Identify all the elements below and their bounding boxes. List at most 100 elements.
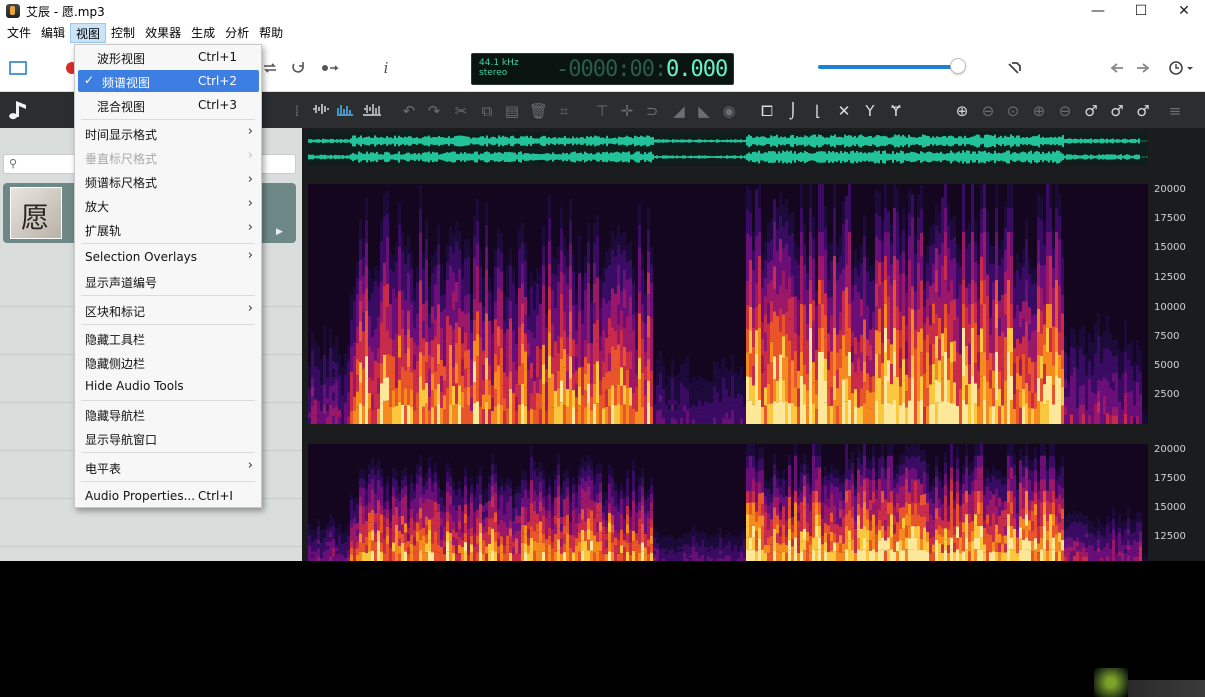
chevron-right-icon: ›	[247, 248, 253, 263]
delete-icon[interactable]: 🗑	[529, 102, 548, 120]
menu-item-level-meters[interactable]: 电平表 ›	[75, 456, 261, 478]
freq-tick: 17500	[1154, 213, 1186, 224]
menu-item-spectral-ruler[interactable]: 频谱标尺格式 ›	[75, 170, 261, 192]
redo-icon[interactable]: ↷	[425, 102, 443, 120]
menu-control[interactable]: 控制	[106, 23, 140, 43]
waveform-view-icon[interactable]	[312, 102, 330, 120]
chevron-right-icon: ›	[247, 172, 253, 187]
crop-icon[interactable]: ⌗	[555, 102, 573, 120]
repeat-icon[interactable]	[289, 58, 309, 78]
menu-item-time-format[interactable]: 时间显示格式 ›	[75, 122, 261, 144]
menu-item-regions-markers[interactable]: 区块和标记 ›	[75, 299, 261, 321]
menu-item-hide-sidebar[interactable]: 隐藏侧边栏	[75, 351, 261, 373]
album-art: 愿	[10, 187, 62, 239]
channel-mode: stereo	[479, 68, 508, 78]
sidebar-toggle-icon[interactable]	[8, 58, 28, 78]
freq-tick: 15000	[1154, 242, 1186, 253]
mute-icon[interactable]	[1005, 58, 1025, 78]
chevron-right-icon: ›	[247, 301, 253, 316]
frequency-scale: 20000 17500 15000 12500 10000 7500 5000 …	[1148, 168, 1205, 561]
chevron-right-icon: ›	[247, 458, 253, 473]
corner-blur	[1128, 680, 1205, 697]
menu-help[interactable]: 帮助	[254, 23, 288, 43]
vertical-zoom-in-icon[interactable]: ♂	[1082, 102, 1100, 120]
menu-item-spectral-view[interactable]: ✓ 频谱视图 Ctrl+2	[78, 70, 259, 92]
fade-out-icon[interactable]: ◣	[695, 102, 713, 120]
level-meter-icon[interactable]: ≡	[1166, 102, 1184, 120]
select-start-icon[interactable]: ⌡	[784, 102, 802, 120]
title-bar: 艾辰 - 愿.mp3 — ☐ ✕	[0, 0, 1205, 22]
play-arrow-icon[interactable]: ▶	[276, 227, 288, 237]
menu-item-selection-overlays[interactable]: Selection Overlays ›	[75, 246, 261, 268]
close-button[interactable]: ✕	[1162, 0, 1205, 22]
history-icon[interactable]	[1166, 58, 1198, 78]
waveform-overview[interactable]	[308, 132, 1148, 166]
loop-icon[interactable]	[260, 58, 280, 78]
info-icon[interactable]: i	[376, 58, 396, 78]
zoom-in-icon[interactable]: ⊕	[953, 102, 971, 120]
undo-icon[interactable]: ↶	[400, 102, 418, 120]
zero-crossing-left-icon[interactable]: Y	[861, 102, 879, 120]
fade-in-icon[interactable]: ◢	[670, 102, 688, 120]
mixed-view-icon[interactable]	[362, 102, 381, 120]
spectral-view-icon[interactable]	[336, 102, 354, 120]
menu-item-mixed-view[interactable]: 混合视图 Ctrl+3	[75, 94, 261, 116]
menu-item-show-navigator[interactable]: 显示导航窗口	[75, 427, 261, 449]
normalize-icon[interactable]: ◉	[720, 102, 738, 120]
zoom-reset-icon[interactable]: ⊖	[1056, 102, 1074, 120]
chevron-right-icon: ›	[247, 196, 253, 211]
volume-slider-handle[interactable]	[950, 58, 966, 74]
menu-generate[interactable]: 生成	[186, 23, 220, 43]
menu-item-hide-audio-tools[interactable]: Hide Audio Tools	[75, 375, 261, 397]
minimize-button[interactable]: —	[1076, 0, 1120, 22]
forward-arrow-icon[interactable]	[1133, 58, 1153, 78]
spectrogram-editor[interactable]: 20000 17500 15000 12500 10000 7500 5000 …	[302, 128, 1205, 561]
time-readout: 0.000	[666, 57, 728, 82]
zero-crossing-right-icon[interactable]: Ɏ	[887, 102, 905, 120]
menu-view[interactable]: 视图	[70, 23, 107, 43]
menu-item-vertical-ruler: 垂直标尺格式 ›	[85, 148, 253, 166]
paste-icon[interactable]: ▤	[503, 102, 521, 120]
app-window: 艾辰 - 愿.mp3 — ☐ ✕ 文件 编辑 视图 控制 效果器 生成 分析 帮…	[0, 0, 1205, 697]
vertical-zoom-reset-icon[interactable]: ♂	[1134, 102, 1152, 120]
spectrogram-channel-2[interactable]	[308, 444, 1148, 561]
zoom-selection-icon[interactable]: ⊙	[1004, 102, 1022, 120]
split-icon[interactable]: ✛	[618, 102, 636, 120]
zoom-out-icon[interactable]: ⊖	[979, 102, 997, 120]
corner-artifact	[1094, 668, 1128, 697]
freq-tick: 5000	[1154, 360, 1180, 371]
copy-icon[interactable]: ⧉	[478, 102, 496, 120]
time-display: 44.1 kHz stereo -0000:00:0 0.000	[471, 53, 734, 85]
menu-effects[interactable]: 效果器	[140, 23, 186, 43]
chevron-right-icon: ›	[247, 148, 253, 163]
freq-tick: 20000	[1154, 444, 1186, 455]
zoom-fit-icon[interactable]: ⊕	[1030, 102, 1048, 120]
follow-playhead-icon[interactable]	[320, 58, 340, 78]
panel-divider-icon: ⁞	[294, 102, 300, 120]
maximize-button[interactable]: ☐	[1119, 0, 1163, 22]
cut-icon[interactable]: ✂	[452, 102, 470, 120]
menu-item-show-channel-numbers[interactable]: 显示声道编号	[75, 270, 261, 292]
freq-tick: 2500	[1154, 389, 1180, 400]
volume-slider[interactable]	[818, 58, 966, 74]
trim-icon[interactable]: ⊤	[593, 102, 611, 120]
back-arrow-icon[interactable]	[1107, 58, 1127, 78]
check-icon: ✓	[84, 73, 95, 87]
menu-item-expand-tracks[interactable]: 扩展轨 ›	[75, 218, 261, 240]
select-all-icon[interactable]: ⧠	[758, 102, 776, 120]
time-readout-dim: -0000:00:0	[556, 57, 679, 82]
music-note-icon	[8, 97, 34, 123]
menu-item-zoom[interactable]: 放大 ›	[75, 194, 261, 216]
menu-file[interactable]: 文件	[2, 23, 36, 43]
menu-item-audio-properties[interactable]: Audio Properties... Ctrl+I	[75, 485, 261, 507]
menu-item-hide-navigation[interactable]: 隐藏导航栏	[75, 403, 261, 425]
menu-item-waveform-view[interactable]: 波形视图 Ctrl+1	[75, 46, 261, 68]
spectrogram-channel-1[interactable]	[308, 184, 1148, 424]
menu-item-hide-toolbar[interactable]: 隐藏工具栏	[75, 327, 261, 349]
select-end-icon[interactable]: ⌊	[809, 102, 827, 120]
menu-edit[interactable]: 编辑	[36, 23, 70, 43]
vertical-zoom-out-icon[interactable]: ♂	[1108, 102, 1126, 120]
menu-analyze[interactable]: 分析	[220, 23, 254, 43]
reverse-icon[interactable]: ⊃	[643, 102, 661, 120]
select-clear-icon[interactable]: ✕	[835, 102, 853, 120]
